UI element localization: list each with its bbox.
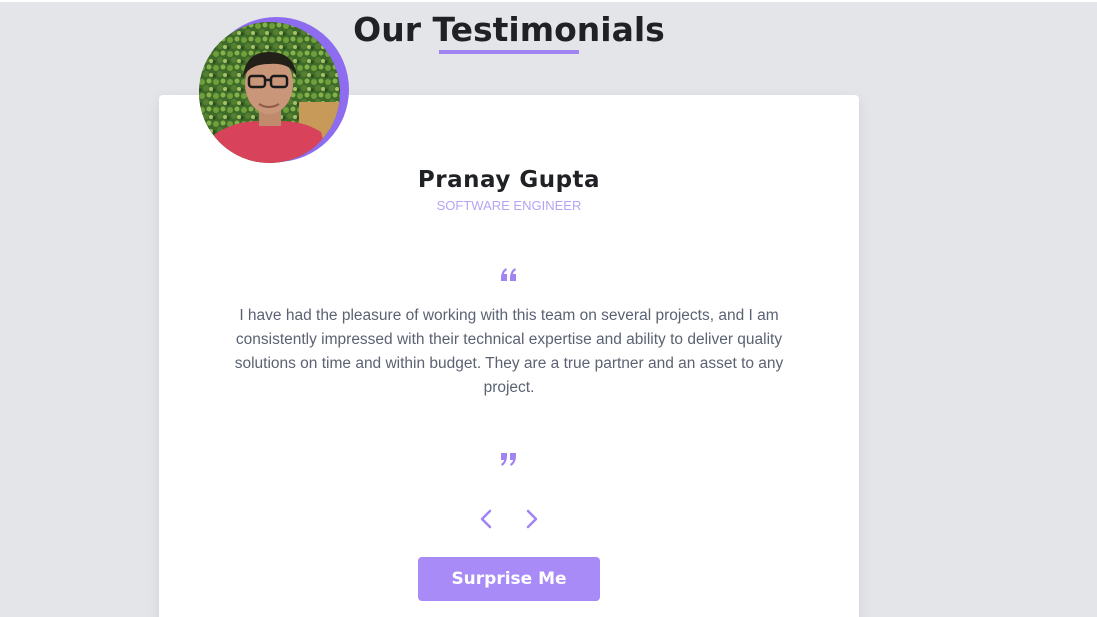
chevron-right-icon (526, 509, 538, 529)
prev-button[interactable] (472, 505, 500, 533)
author-job: SOFTWARE ENGINEER (436, 198, 582, 213)
review-text: I have had the pleasure of working with … (234, 307, 784, 396)
chevron-left-icon (480, 509, 492, 529)
author-name: Pranay Gupta (417, 167, 601, 193)
surprise-me-button[interactable]: Surprise Me (418, 557, 600, 601)
quote-left-icon (489, 260, 529, 290)
section-title: Our Testimonials (353, 10, 665, 49)
avatar (199, 22, 340, 163)
next-button[interactable] (518, 505, 546, 533)
title-underline (439, 50, 579, 54)
quote-right-icon (489, 444, 529, 474)
page-background: Our Testimonials Pranay Gupta SOFTWARE E… (0, 2, 1097, 617)
